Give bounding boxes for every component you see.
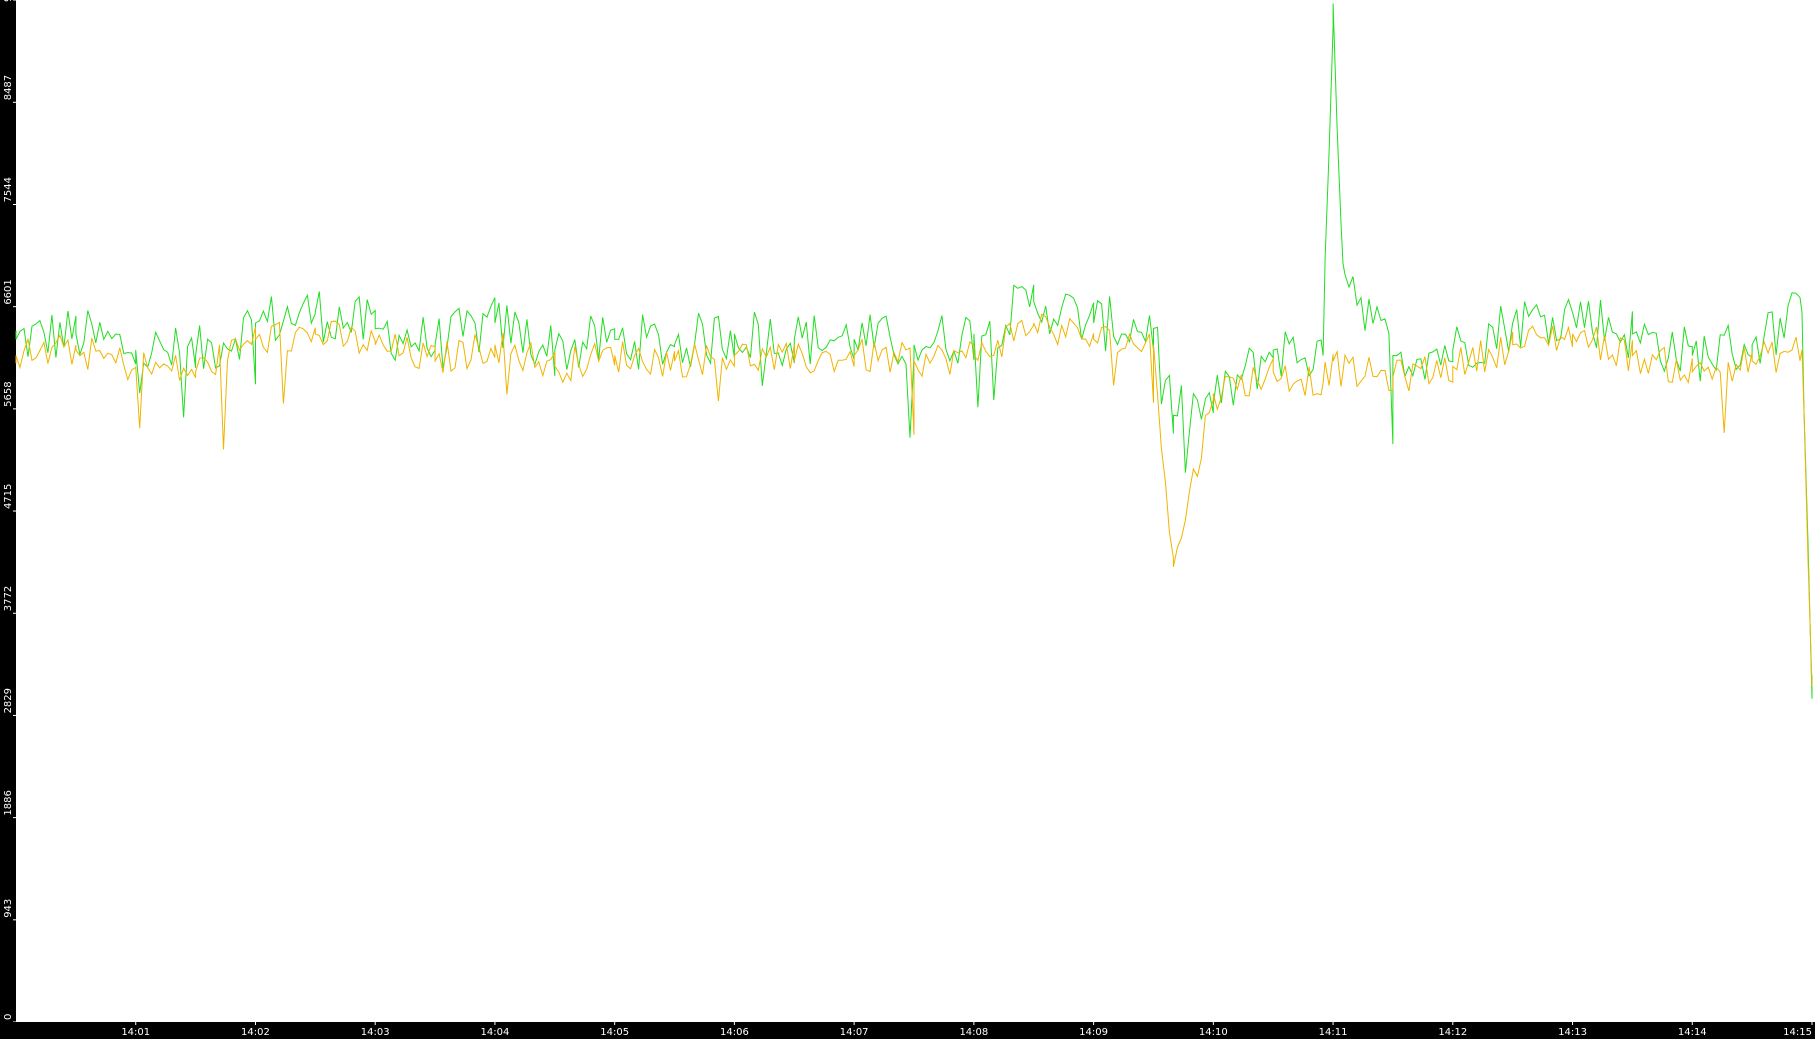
y-axis-strip xyxy=(0,0,16,1039)
y-tick-label: 4715 xyxy=(3,484,14,509)
x-axis: 14:01 14:02 14:03 14:04 14:05 14:06 14:07 14:08… xyxy=(0,1022,1815,1039)
x-tick-label: 14:10 xyxy=(1199,1027,1228,1038)
x-tick-label: 14:03 xyxy=(361,1027,390,1038)
y-tick-label: 3772 xyxy=(3,586,14,611)
x-tick-label: 14:15 xyxy=(1783,1027,1812,1038)
y-tick-label: 7544 xyxy=(3,177,14,202)
x-tick-label: 14:06 xyxy=(720,1027,749,1038)
x-tick-label: 14:04 xyxy=(481,1027,510,1038)
x-tick-label: 14:08 xyxy=(959,1027,988,1038)
series-line-2 xyxy=(15,313,1813,687)
x-tick-label: 14:05 xyxy=(600,1027,629,1038)
chart-area: 0 943 1886 2829 3772 4715 5658 6601 7544 8487 9431… xyxy=(0,0,1815,1039)
y-axis: 0 943 1886 2829 3772 4715 5658 6601 7544 8487 9431 xyxy=(0,0,16,1039)
x-tick-label: 14:01 xyxy=(121,1027,150,1038)
y-tick-label: 0 xyxy=(3,1014,14,1020)
y-tick-label: 1886 xyxy=(3,790,14,815)
x-tick-label: 14:09 xyxy=(1079,1027,1108,1038)
y-tick-label: 2829 xyxy=(3,688,14,713)
x-tick-label: 14:13 xyxy=(1558,1027,1587,1038)
x-tick-label: 14:02 xyxy=(241,1027,270,1038)
y-tick-label: 943 xyxy=(3,899,14,918)
y-tick-label: 8487 xyxy=(3,75,14,100)
series-line-1 xyxy=(15,3,1813,699)
x-tick-label: 14:11 xyxy=(1319,1027,1348,1038)
x-axis-strip xyxy=(0,1022,1815,1039)
series-layer xyxy=(15,3,1813,699)
y-tick-label: 9431 xyxy=(3,0,14,2)
y-tick-label: 5658 xyxy=(3,381,14,406)
x-tick-label: 14:14 xyxy=(1678,1027,1707,1038)
x-tick-label: 14:12 xyxy=(1438,1027,1467,1038)
x-tick-label: 14:07 xyxy=(840,1027,869,1038)
y-tick-label: 6601 xyxy=(3,279,14,304)
line-chart: 0 943 1886 2829 3772 4715 5658 6601 7544 8487 9431… xyxy=(0,0,1815,1039)
